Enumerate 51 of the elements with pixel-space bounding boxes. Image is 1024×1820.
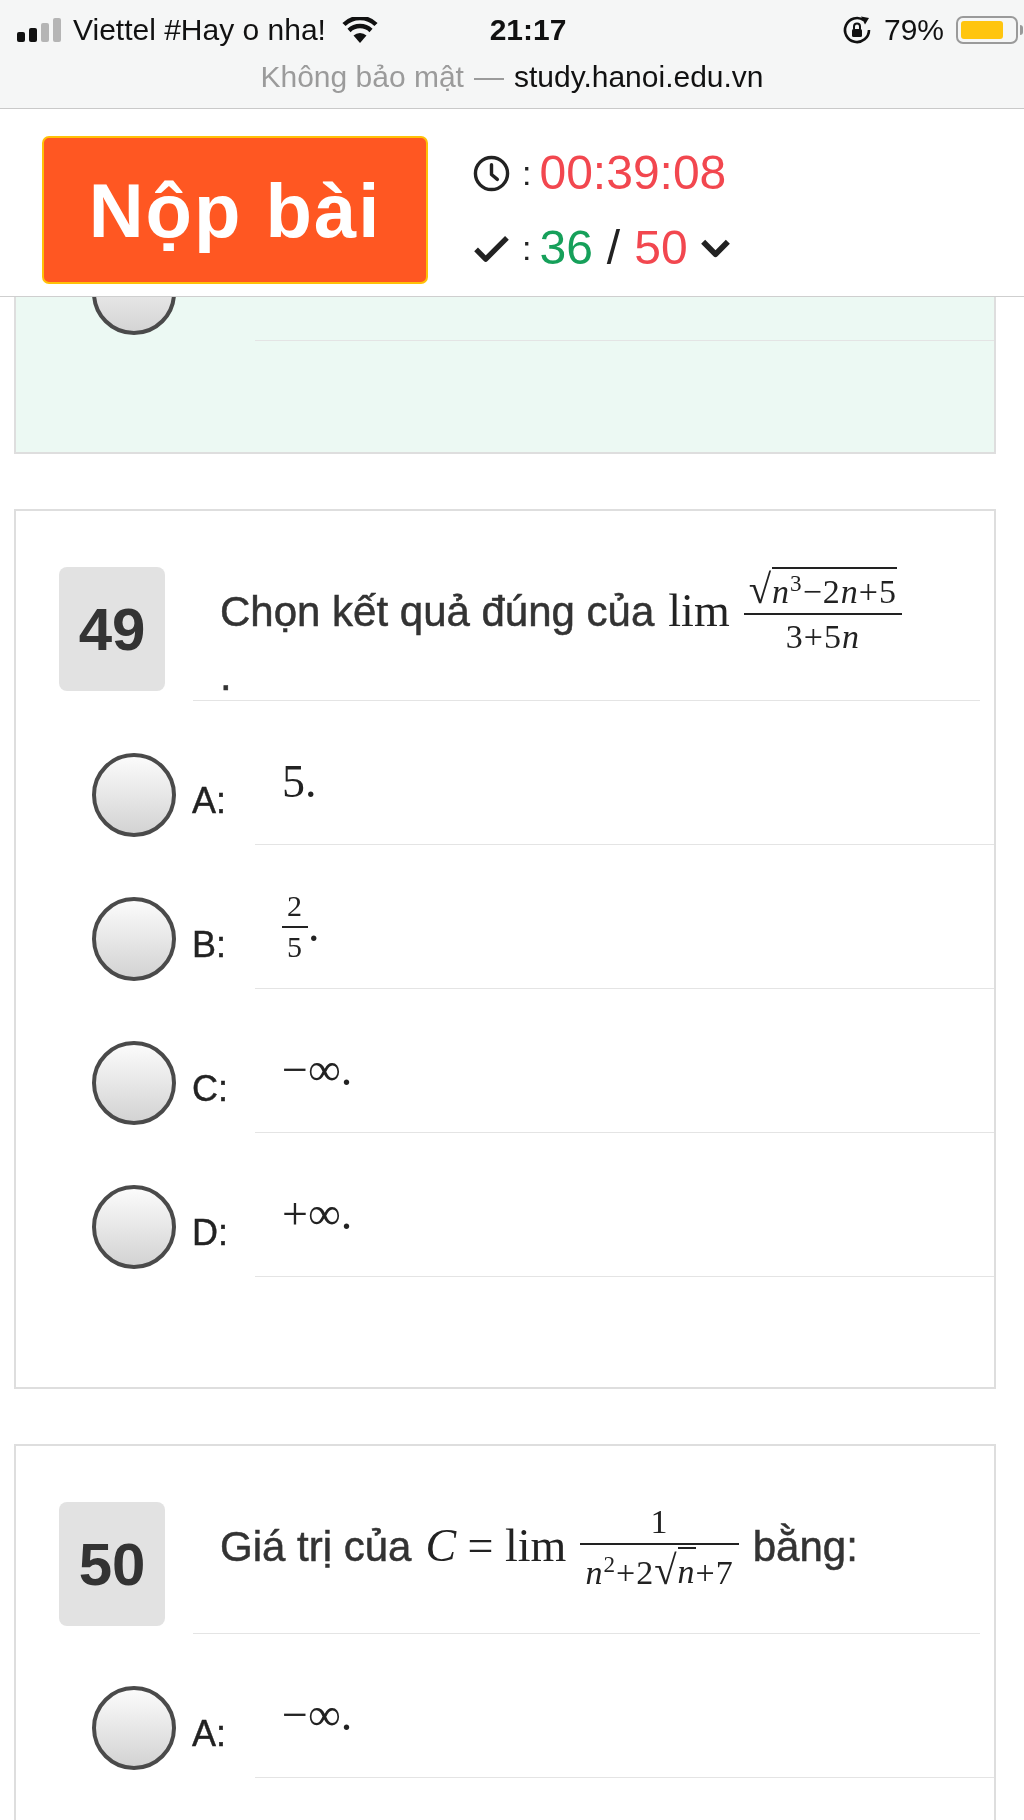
option-label: D: [192, 1215, 229, 1252]
math-expression: 3+5 [785, 617, 842, 657]
math-expression: −∞. [282, 1689, 353, 1743]
signal-icon [17, 18, 63, 42]
option-label: C: [192, 1071, 229, 1108]
question-text: bằng: [752, 1522, 858, 1571]
radio-button[interactable] [92, 297, 176, 335]
wifi-icon [341, 17, 378, 43]
timer-value: 00:39:08 [539, 145, 727, 201]
colon-label: : [522, 228, 532, 268]
colon-label: : [522, 153, 532, 193]
math-expression: 1 [650, 1502, 669, 1542]
math-expression: −∞. [282, 1044, 353, 1098]
clock-icon [473, 154, 510, 192]
check-icon [473, 234, 510, 262]
security-label: Không bảo mật [260, 59, 464, 95]
math-expression: 2 [287, 889, 303, 924]
math-expression: +∞. [282, 1188, 353, 1242]
radical-sign: √ [748, 570, 773, 612]
battery-percentage: 79% [883, 12, 944, 48]
radical-sign: √ [654, 1550, 678, 1592]
question-number: 50 [59, 1502, 165, 1627]
separator-text: — [473, 59, 504, 95]
option-label: A: [192, 783, 227, 820]
math-expression: . [308, 900, 320, 954]
option-label: B: [192, 927, 227, 964]
clock-time: 21:17 [489, 12, 567, 48]
question-text: Giá trị của [220, 1522, 412, 1571]
battery-icon [956, 16, 1024, 44]
math-expression: n$^{2}$+2 [585, 1552, 655, 1592]
total-count: 50 [634, 220, 688, 276]
question-number: 49 [59, 567, 165, 691]
option-label: A: [192, 1716, 227, 1753]
math-expression: lim [668, 585, 730, 639]
separator-text: / [606, 220, 621, 276]
math-expression: n [841, 617, 860, 657]
math-expression: 5 [287, 929, 303, 965]
question-text: Chọn kết quả đúng của [220, 587, 655, 636]
math-expression: n [677, 1552, 696, 1592]
math-expression: 5. [282, 756, 317, 810]
chevron-down-icon[interactable] [699, 238, 731, 258]
math-expression: +7 [695, 1552, 734, 1592]
carrier-name: Viettel #Hay o nha! [73, 12, 326, 48]
math-expression: n [840, 572, 859, 612]
math-expression: C = lim [425, 1520, 567, 1574]
rotation-lock-icon [841, 15, 872, 45]
math-expression: +5 [858, 572, 897, 612]
question-text: . [220, 656, 232, 697]
math-expression: n$^{3}$−2 [772, 572, 841, 612]
url-text[interactable]: study.hanoi.edu.vn [513, 59, 764, 95]
answered-count: 36 [539, 220, 593, 276]
